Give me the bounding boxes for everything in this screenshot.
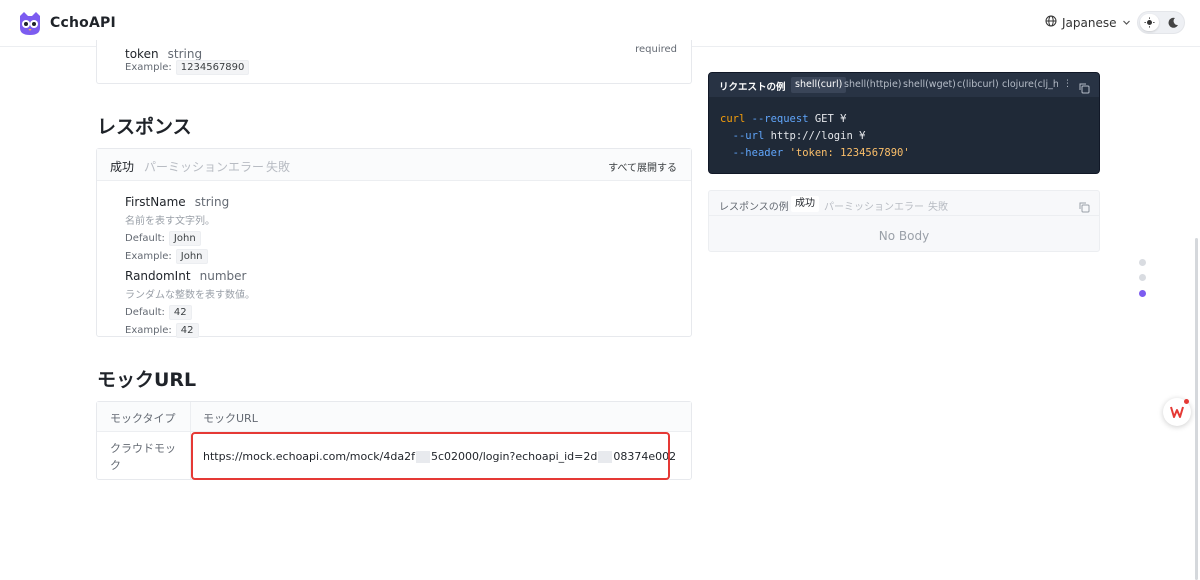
default-value: 42: [168, 305, 192, 320]
default-value: John: [168, 231, 201, 246]
more-tabs-icon[interactable]: ⋮: [1063, 79, 1072, 89]
example-label: Example:: [125, 62, 172, 73]
field-name: FirstName: [125, 195, 186, 209]
brand-logo[interactable]: CchoAPI: [16, 10, 116, 36]
response-field-randomint: RandomInt number ランダムな整数を表す数値。 Default: …: [125, 265, 255, 338]
response-example-card: レスポンスの例 成功 パーミッションエラー 失敗 No Body: [708, 190, 1100, 252]
mock-table-header: モックタイプ モックURL: [97, 402, 691, 432]
copy-icon[interactable]: [1079, 79, 1090, 98]
notification-badge: [1184, 399, 1189, 404]
field-example: Example: John: [125, 249, 229, 264]
default-label: Default:: [125, 233, 165, 244]
copy-icon[interactable]: [1079, 198, 1090, 217]
scrollbar[interactable]: [1195, 238, 1198, 580]
mock-type-cell: クラウドモック: [110, 442, 176, 472]
owl-logo-icon: [16, 10, 44, 36]
expand-all-button[interactable]: すべて展開する: [608, 159, 677, 174]
language-label: Japanese: [1062, 15, 1117, 30]
section-nav-dot[interactable]: [1139, 259, 1146, 266]
example-label: Example:: [125, 251, 172, 262]
request-example-card: リクエストの例 shell(curl) shell(httpie) shell(…: [708, 72, 1100, 174]
code-language-tabs: リクエストの例 shell(curl) shell(httpie) shell(…: [709, 73, 1099, 97]
response-tabs: 成功 パーミッションエラー 失敗 すべて展開する: [97, 149, 691, 181]
rex-tab-failure[interactable]: 失敗: [928, 198, 948, 213]
field-example: Example: 42: [125, 323, 255, 338]
tab-success[interactable]: 成功: [110, 158, 134, 175]
response-title: レスポンス: [97, 116, 192, 138]
param-example: Example: 1234567890: [125, 60, 250, 75]
brand-name: CchoAPI: [50, 15, 116, 31]
mock-url-title: モックURL: [97, 369, 197, 391]
example-value: 42: [175, 323, 199, 338]
param-name: token: [125, 47, 159, 61]
param-type: string: [167, 47, 203, 61]
tab-failure[interactable]: 失敗: [266, 158, 290, 175]
default-label: Default:: [125, 307, 165, 318]
tab-permission-error[interactable]: パーミッションエラー: [144, 158, 264, 175]
floating-assistant-button[interactable]: [1163, 398, 1191, 426]
field-type: string: [194, 195, 230, 209]
request-param-card: token string required Example: 123456789…: [96, 40, 692, 84]
rex-tab-permission-error[interactable]: パーミッションエラー: [824, 198, 924, 213]
field-description: 名前を表す文字列。: [125, 216, 215, 227]
field-name: RandomInt: [125, 269, 191, 283]
sun-icon: [1140, 14, 1159, 31]
globe-icon: [1045, 15, 1057, 30]
tab-shell-httpie[interactable]: shell(httpie): [844, 79, 902, 90]
tab-shell-wget[interactable]: shell(wget): [903, 79, 956, 90]
example-label: Example:: [125, 325, 172, 336]
rex-tab-success[interactable]: 成功: [791, 196, 819, 212]
example-value: 1234567890: [175, 60, 250, 75]
field-default: Default: John: [125, 231, 229, 246]
field-default: Default: 42: [125, 305, 255, 320]
tab-c-libcurl[interactable]: c(libcurl): [957, 79, 999, 90]
col-mock-url: モックURL: [203, 412, 258, 425]
language-selector[interactable]: Japanese: [1045, 15, 1131, 30]
example-value: John: [175, 249, 208, 264]
response-example-tabs: レスポンスの例 成功 パーミッションエラー 失敗: [709, 191, 1099, 216]
theme-toggle[interactable]: [1137, 11, 1185, 34]
field-description: ランダムな整数を表す数値。: [125, 290, 255, 301]
w-logo-icon: [1170, 403, 1184, 422]
col-mock-type: モックタイプ: [110, 412, 176, 425]
response-example-label: レスポンスの例: [719, 202, 789, 213]
tab-shell-curl[interactable]: shell(curl): [791, 77, 847, 93]
highlight-box: [191, 432, 670, 480]
chevron-down-icon: [1122, 16, 1131, 30]
code-block: curl --request GET ¥ --url http:///login…: [720, 113, 910, 159]
field-type: number: [199, 269, 247, 283]
tab-clojure[interactable]: clojure(clj_htt: [1002, 79, 1058, 90]
response-card: 成功 パーミッションエラー 失敗 すべて展開する FirstName strin…: [96, 148, 692, 338]
section-nav-dot[interactable]: [1139, 274, 1146, 281]
moon-icon: [1166, 15, 1180, 34]
request-example-label: リクエストの例: [719, 82, 786, 93]
required-badge: required: [635, 44, 677, 55]
no-body-text: No Body: [878, 229, 930, 243]
response-field-firstname: FirstName string 名前を表す文字列。 Default: John…: [125, 191, 229, 264]
section-nav-dot-active[interactable]: [1139, 290, 1146, 297]
